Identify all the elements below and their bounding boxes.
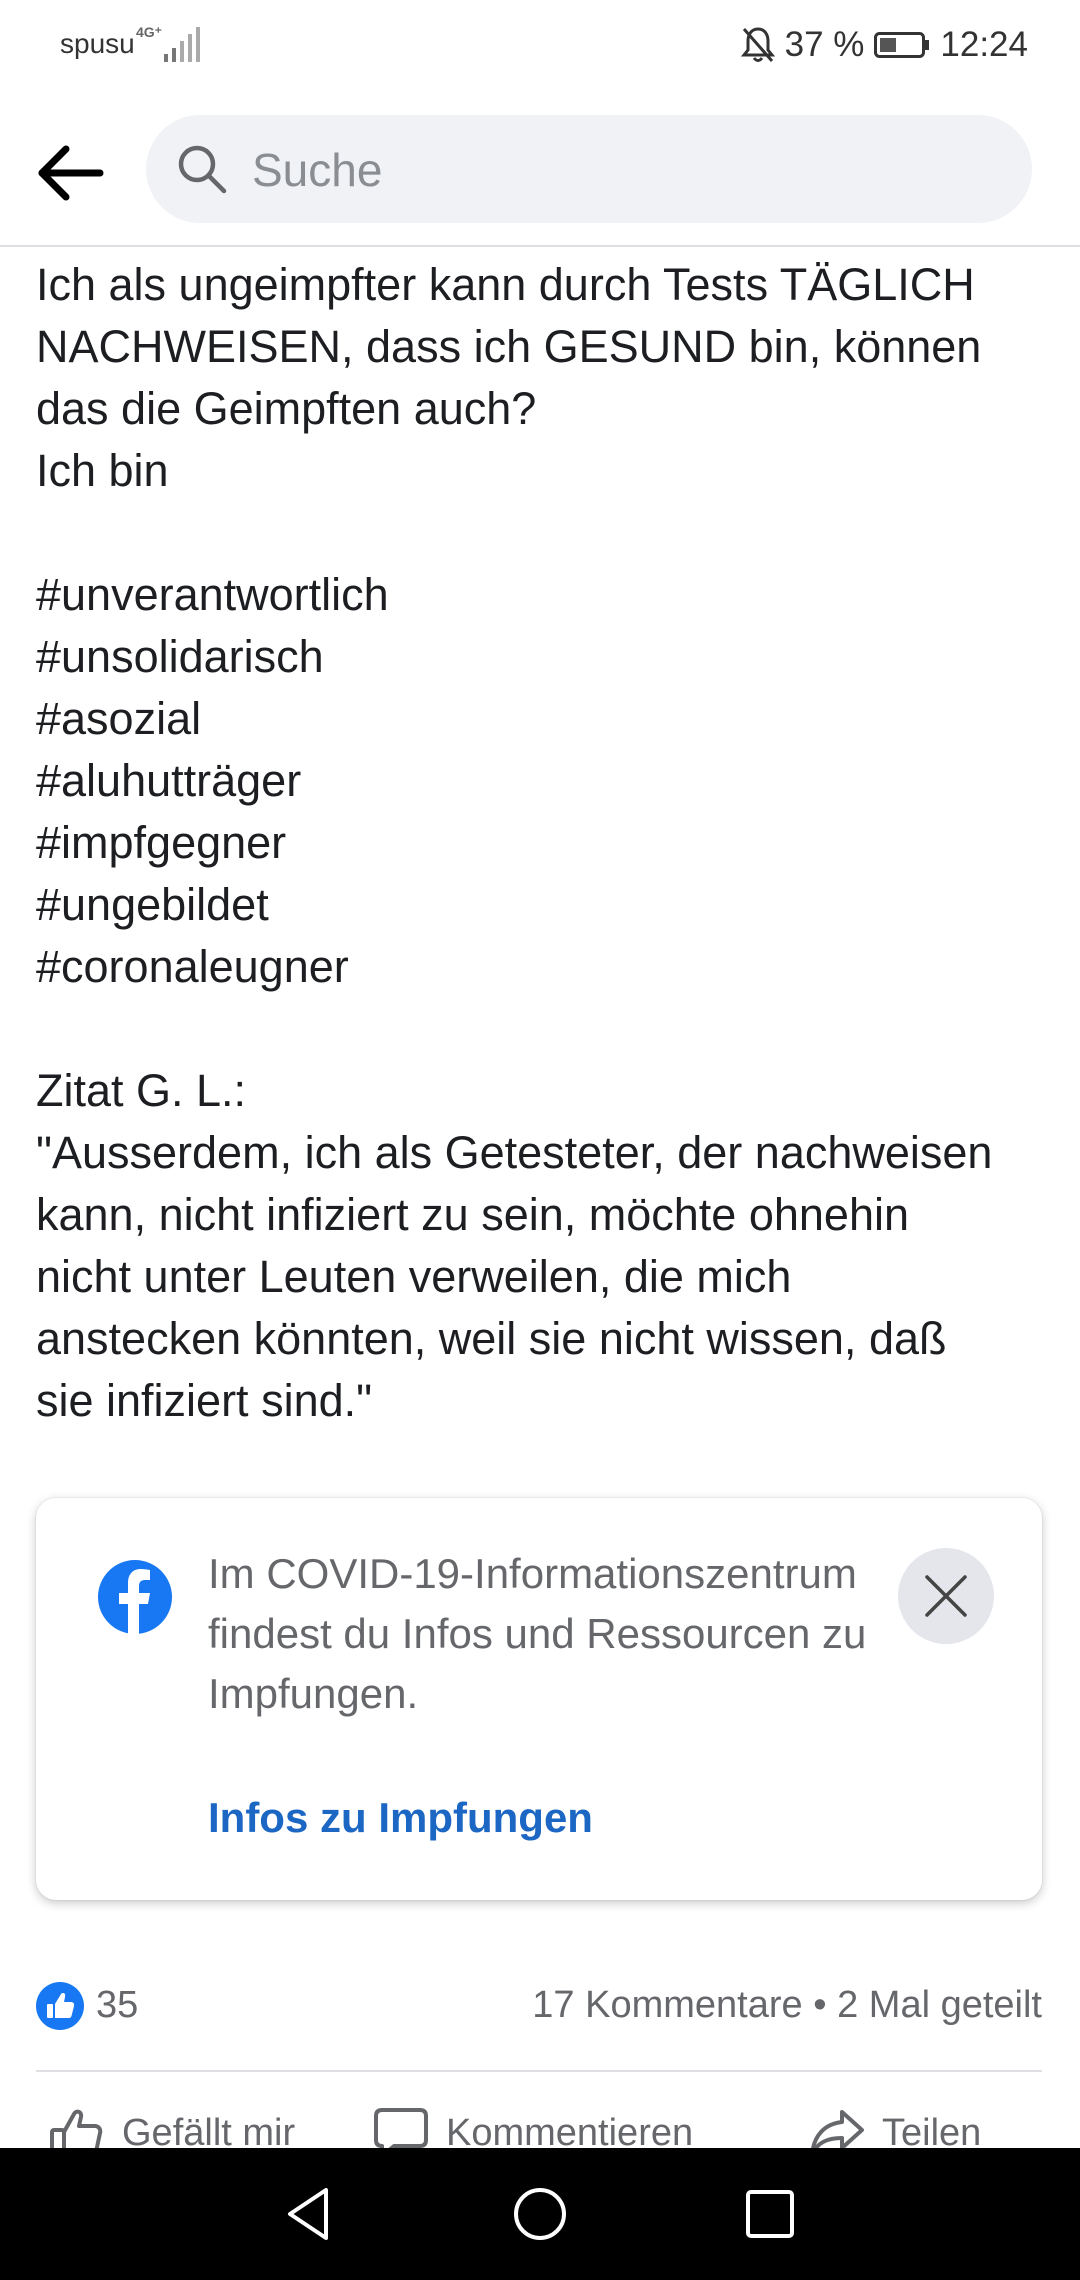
hashtag[interactable]: #aluhutträger [36,750,1056,812]
share-label: Teilen [882,2111,982,2149]
post-line: Ich als ungeimpfter kann durch Tests TÄG… [36,259,975,310]
info-card-text: Im COVID-19-Informationszentrum findest … [208,1550,867,1717]
covid-info-card: Im COVID-19-Informationszentrum findest … [36,1498,1042,1900]
comments-count[interactable]: 17 Kommentare [532,1984,802,2026]
search-icon [178,145,227,194]
nav-home-icon[interactable] [510,2184,570,2244]
hashtag[interactable]: #impfgegner [36,812,1056,874]
status-bar: spusu 4G⁺ 37 % 12:24 [0,0,1080,95]
like-reaction-icon[interactable] [36,1982,84,2030]
post-line-empty [36,502,1056,564]
search-input[interactable] [250,115,994,225]
post-line: anstecken könnten, weil sie nicht wissen… [36,1313,947,1364]
post-line-empty [36,998,1056,1060]
hashtag[interactable]: #asozial [36,688,1056,750]
comment-icon [374,2108,428,2148]
post-line: sie infiziert sind." [36,1375,373,1426]
shares-count[interactable]: 2 Mal geteilt [837,1984,1042,2026]
like-count[interactable]: 35 [96,1984,138,2027]
hashtag[interactable]: #unverantwortlich [36,564,1056,626]
hashtag[interactable]: #unsolidarisch [36,626,1056,688]
mute-icon [740,27,775,62]
vaccine-info-link[interactable]: Infos zu Impfungen [208,1794,593,1842]
close-card-button[interactable] [898,1548,994,1644]
post-line: Ich bin [36,445,169,496]
share-button[interactable]: Teilen [808,2104,981,2148]
system-navigation-bar [0,2148,1080,2280]
battery-icon [874,32,930,58]
back-arrow-icon[interactable] [34,137,106,209]
post-actions: Gefällt mir Kommentieren Teilen [0,2080,1080,2148]
post-line: nicht unter Leuten verweilen, die mich [36,1251,792,1302]
search-bar[interactable] [146,115,1032,225]
post-line: "Ausserdem, ich als Getesteter, der nach… [36,1127,993,1178]
battery-percent: 37 % [784,25,865,64]
post-line: kann, nicht infiziert zu sein, möchte oh… [36,1189,909,1240]
post-stats: 17 Kommentare • 2 Mal geteilt [532,1984,1042,2027]
post-line: NACHWEISEN, dass ich GESUND bin, können [36,321,982,372]
share-icon [811,2110,864,2148]
divider [36,2070,1042,2072]
nav-recents-icon[interactable] [740,2184,800,2244]
comment-button[interactable]: Kommentieren [372,2104,693,2148]
post-text: Ich als ungeimpfter kann durch Tests TÄG… [36,254,1056,1432]
hashtag[interactable]: #ungebildet [36,874,1056,936]
reactions-bar: 35 17 Kommentare • 2 Mal geteilt [36,1976,1042,2036]
clock: 12:24 [940,25,1028,64]
nav-back-icon[interactable] [280,2184,340,2244]
like-button[interactable]: Gefällt mir [48,2104,295,2148]
comment-label: Kommentieren [446,2111,694,2149]
carrier-name: spusu [60,28,135,59]
hashtag[interactable]: #coronaleugner [36,936,1056,998]
thumbs-up-icon [50,2109,103,2148]
like-label: Gefällt mir [122,2111,296,2149]
facebook-logo-icon [98,1560,172,1634]
search-header [0,95,1080,247]
signal-icon [164,27,200,62]
post-line: das die Geimpften auch? [36,383,537,434]
close-icon [925,1575,967,1617]
stats-separator: • [813,1984,827,2026]
post-line: Zitat G. L.: [36,1065,247,1116]
